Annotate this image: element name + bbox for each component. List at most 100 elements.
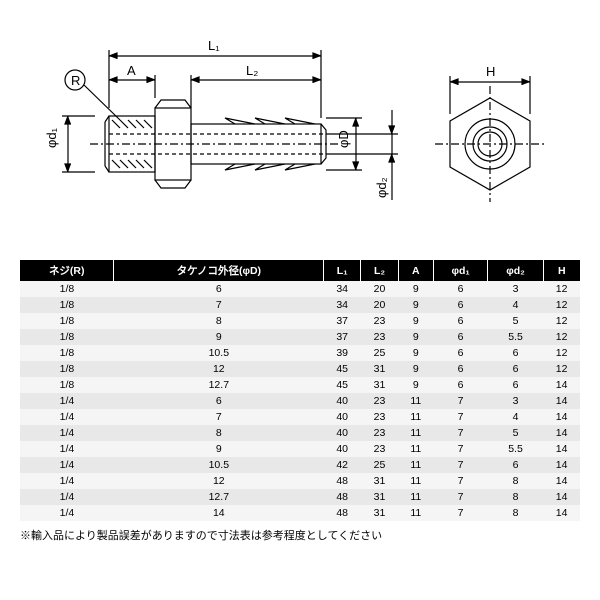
table-cell: 11 xyxy=(398,473,433,489)
col-header: タケノコ外径(φD) xyxy=(114,260,324,281)
table-cell: 8 xyxy=(114,313,324,329)
col-header: A xyxy=(398,260,433,281)
table-row: 1/474023117414 xyxy=(20,409,580,425)
table-cell: 37 xyxy=(324,313,361,329)
table-cell: 12 xyxy=(543,297,580,313)
table-cell: 42 xyxy=(324,457,361,473)
table-row: 1/810.5392596612 xyxy=(20,345,580,361)
col-header: φd₂ xyxy=(488,260,543,281)
table-cell: 9 xyxy=(398,329,433,345)
table-cell: 40 xyxy=(324,393,361,409)
table-cell: 9 xyxy=(398,345,433,361)
table-cell: 7 xyxy=(433,457,488,473)
dim-l1: L₁ xyxy=(208,38,220,53)
table-cell: 6 xyxy=(433,345,488,361)
table-cell: 14 xyxy=(543,425,580,441)
table-cell: 14 xyxy=(543,377,580,393)
table-cell: 37 xyxy=(324,329,361,345)
table-cell: 31 xyxy=(361,377,399,393)
table-cell: 31 xyxy=(361,489,399,505)
table-cell: 6 xyxy=(488,361,543,377)
dim-r: R xyxy=(71,73,80,88)
footnote: ※輸入品により製品誤差がありますので寸法表は参考程度としてください xyxy=(20,527,580,543)
table-cell: 14 xyxy=(543,457,580,473)
table-cell: 8 xyxy=(488,505,543,521)
table-cell: 9 xyxy=(398,297,433,313)
table-cell: 1/8 xyxy=(20,377,114,393)
table-cell: 39 xyxy=(324,345,361,361)
table-cell: 7 xyxy=(433,425,488,441)
table-cell: 6 xyxy=(488,457,543,473)
table-cell: 6 xyxy=(488,345,543,361)
table-cell: 6 xyxy=(114,393,324,409)
table-header-row: ネジ(R)タケノコ外径(φD)L₁L₂Aφd₁φd₂H xyxy=(20,260,580,281)
table-cell: 9 xyxy=(398,361,433,377)
col-header: H xyxy=(543,260,580,281)
table-cell: 20 xyxy=(361,297,399,313)
table-cell: 7 xyxy=(433,505,488,521)
table-cell: 34 xyxy=(324,297,361,313)
dim-l2: L₂ xyxy=(246,63,258,78)
table-cell: 14 xyxy=(543,409,580,425)
table-row: 1/410.54225117614 xyxy=(20,457,580,473)
table-cell: 9 xyxy=(398,313,433,329)
table-cell: 12 xyxy=(543,281,580,297)
table-cell: 20 xyxy=(361,281,399,297)
table-cell: 1/8 xyxy=(20,329,114,345)
table-cell: 45 xyxy=(324,377,361,393)
table-cell: 34 xyxy=(324,281,361,297)
table-cell: 6 xyxy=(433,377,488,393)
table-cell: 3 xyxy=(488,393,543,409)
table-row: 1/88372396512 xyxy=(20,313,580,329)
col-header: φd₁ xyxy=(433,260,488,281)
table-cell: 1/8 xyxy=(20,281,114,297)
table-cell: 5 xyxy=(488,425,543,441)
dimensions-table: ネジ(R)タケノコ外径(φD)L₁L₂Aφd₁φd₂H 1/8634209631… xyxy=(20,260,580,521)
table-row: 1/464023117314 xyxy=(20,393,580,409)
table-cell: 1/4 xyxy=(20,409,114,425)
table-cell: 5.5 xyxy=(488,441,543,457)
table-cell: 9 xyxy=(114,441,324,457)
table-cell: 14 xyxy=(114,505,324,521)
table-cell: 6 xyxy=(433,313,488,329)
table-cell: 48 xyxy=(324,489,361,505)
table-cell: 14 xyxy=(543,473,580,489)
table-row: 1/484023117514 xyxy=(20,425,580,441)
table-cell: 31 xyxy=(361,473,399,489)
table-cell: 8 xyxy=(488,489,543,505)
table-cell: 23 xyxy=(361,425,399,441)
table-row: 1/893723965.512 xyxy=(20,329,580,345)
table-cell: 1/4 xyxy=(20,441,114,457)
table-cell: 1/4 xyxy=(20,505,114,521)
table-cell: 14 xyxy=(543,441,580,457)
table-cell: 12 xyxy=(543,345,580,361)
table-cell: 25 xyxy=(361,345,399,361)
col-header: ネジ(R) xyxy=(20,260,114,281)
table-cell: 1/8 xyxy=(20,345,114,361)
table-cell: 1/4 xyxy=(20,425,114,441)
table-row: 1/87342096412 xyxy=(20,297,580,313)
table-cell: 7 xyxy=(433,409,488,425)
table-row: 1/812453196612 xyxy=(20,361,580,377)
table-row: 1/4144831117814 xyxy=(20,505,580,521)
dim-d1: φd₁ xyxy=(44,127,59,148)
table-cell: 1/4 xyxy=(20,457,114,473)
table-cell: 14 xyxy=(543,505,580,521)
table-cell: 1/4 xyxy=(20,489,114,505)
table-row: 1/86342096312 xyxy=(20,281,580,297)
table-cell: 8 xyxy=(114,425,324,441)
table-cell: 11 xyxy=(398,425,433,441)
table-cell: 3 xyxy=(488,281,543,297)
table-cell: 31 xyxy=(361,361,399,377)
table-cell: 7 xyxy=(114,297,324,313)
table-cell: 5 xyxy=(488,313,543,329)
table-cell: 40 xyxy=(324,425,361,441)
table-cell: 12 xyxy=(543,329,580,345)
table-cell: 6 xyxy=(433,361,488,377)
table-cell: 40 xyxy=(324,409,361,425)
dim-h: H xyxy=(486,64,495,79)
table-cell: 9 xyxy=(398,377,433,393)
table-cell: 11 xyxy=(398,489,433,505)
table-cell: 12 xyxy=(543,361,580,377)
table-cell: 25 xyxy=(361,457,399,473)
